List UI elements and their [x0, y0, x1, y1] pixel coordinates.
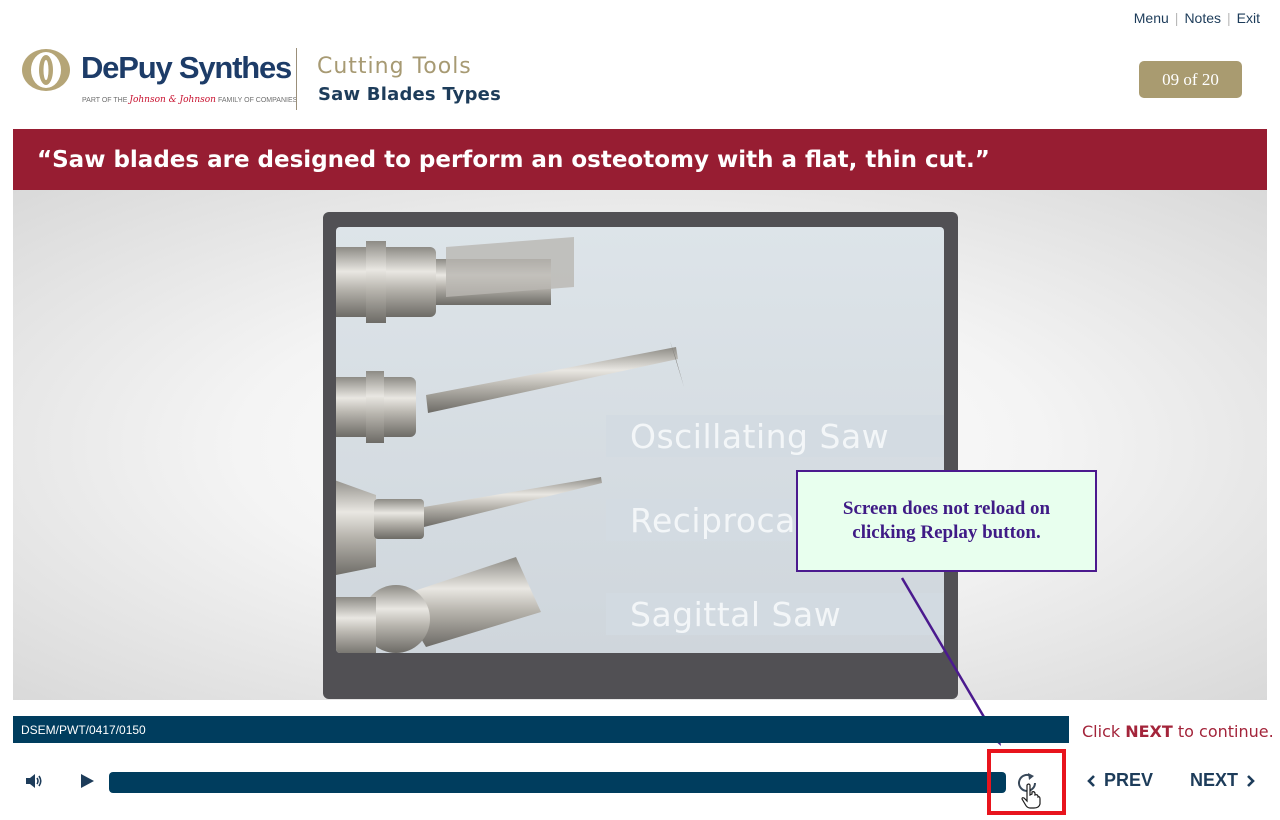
tagline-suffix: FAMILY OF COMPANIES	[217, 97, 298, 104]
brand-tagline: PART OF THE Johnson & Johnson FAMILY OF …	[82, 95, 297, 105]
hint-next: NEXT	[1125, 722, 1173, 741]
brand-name: DePuy Synthes	[81, 50, 292, 85]
label-oscillating-saw: Oscillating Saw	[606, 415, 944, 457]
monitor-screen: Oscillating Saw Reciprocat Sagittal Saw	[336, 227, 944, 653]
next-label: NEXT	[1190, 770, 1239, 790]
progress-bar[interactable]	[109, 772, 1006, 793]
separator: |	[1227, 10, 1231, 26]
document-code: DSEM/PWT/0417/0150	[21, 722, 146, 737]
notes-link[interactable]: Notes	[1184, 10, 1221, 26]
depuy-synthes-logo: DePuy Synthes PART OF THE Johnson & John…	[20, 46, 297, 112]
menu-link[interactable]: Menu	[1134, 10, 1169, 26]
hint-prefix: Click	[1082, 722, 1121, 741]
prev-label: PREV	[1104, 770, 1154, 790]
separator: |	[1174, 10, 1179, 26]
tool-3	[336, 477, 602, 575]
top-links: Menu | Notes | Exit	[1134, 10, 1260, 26]
quote-banner: “Saw blades are designed to perform an o…	[13, 129, 1267, 190]
tagline-prefix: PART OF THE	[82, 97, 128, 104]
header-divider	[296, 48, 297, 110]
volume-icon[interactable]	[24, 771, 44, 791]
tool-4	[336, 557, 541, 653]
play-icon[interactable]	[79, 773, 95, 789]
chevron-left-icon	[1087, 774, 1095, 787]
logo-mark-icon	[22, 49, 70, 91]
status-bar: DSEM/PWT/0417/0150	[13, 716, 1069, 743]
tool-1	[336, 237, 574, 323]
exit-link[interactable]: Exit	[1237, 10, 1260, 26]
next-button[interactable]: NEXT	[1190, 770, 1256, 791]
replay-highlight-box	[987, 749, 1066, 815]
annotation-callout: Screen does not reload on clicking Repla…	[796, 470, 1097, 572]
hint-suffix: to continue.	[1177, 722, 1274, 741]
tagline-jj: Johnson & Johnson	[129, 95, 216, 105]
label-sagittal-saw: Sagittal Saw	[606, 593, 944, 635]
course-subtitle: Saw Blades Types	[318, 84, 501, 105]
chevron-right-icon	[1247, 774, 1255, 787]
prev-button[interactable]: PREV	[1086, 770, 1153, 791]
page-counter: 09 of 20	[1139, 61, 1242, 98]
course-title: Cutting Tools	[317, 54, 472, 79]
continue-hint: Click NEXT to continue.	[1082, 722, 1274, 741]
